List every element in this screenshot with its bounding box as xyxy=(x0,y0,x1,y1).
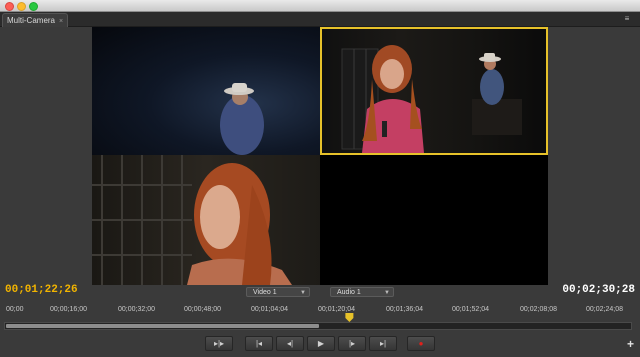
video-track-dropdown[interactable]: Video 1 ▼ xyxy=(246,287,310,297)
ruler-tick-label: 00;00 xyxy=(6,306,24,313)
zoom-scroll-handle[interactable] xyxy=(6,324,319,328)
woman-presenter-figure xyxy=(341,45,522,153)
video-track-label: Video 1 xyxy=(253,289,277,296)
tab-close-icon[interactable]: × xyxy=(59,18,63,25)
go-to-out-button[interactable]: ▸| xyxy=(369,336,397,351)
ruler-tick-label: 00;02;24;08 xyxy=(586,306,623,313)
duration-timecode: 00;02;30;28 xyxy=(562,284,635,296)
play-button[interactable]: ▶ xyxy=(307,336,335,351)
camera-1-view[interactable] xyxy=(92,27,320,155)
ruler-tick-label: 00;01;04;04 xyxy=(251,306,288,313)
go-to-in-button[interactable]: |◂ xyxy=(245,336,273,351)
woman-closeup-figure xyxy=(92,155,292,285)
ruler-tick-label: 00;01;20;04 xyxy=(318,306,355,313)
add-button[interactable]: + xyxy=(627,338,634,350)
audio-track-dropdown[interactable]: Audio 1 ▼ xyxy=(330,287,394,297)
ruler-tick-label: 00;01;52;04 xyxy=(452,306,489,313)
step-in-out-button[interactable]: ▸|▸ xyxy=(205,336,233,351)
man-in-hat-figure xyxy=(220,83,264,155)
chevron-down-icon: ▼ xyxy=(384,290,390,296)
ruler-tick-label: 00;01;36;04 xyxy=(386,306,423,313)
close-window-button[interactable] xyxy=(5,2,14,11)
chevron-down-icon: ▼ xyxy=(300,290,306,296)
camera-3-view[interactable] xyxy=(92,155,320,285)
timeline-zoom-scrollbar[interactable] xyxy=(4,322,632,330)
ruler-tick-label: 00;00;16;00 xyxy=(50,306,87,313)
camera-2-view-active[interactable] xyxy=(320,27,548,155)
ruler-tick-label: 00;00;32;00 xyxy=(118,306,155,313)
multi-camera-viewer xyxy=(92,27,548,285)
step-back-button[interactable]: ◂| xyxy=(276,336,304,351)
camera-4-view[interactable] xyxy=(320,155,548,285)
audio-track-label: Audio 1 xyxy=(337,289,361,296)
zoom-window-button[interactable] xyxy=(29,2,38,11)
ruler-tick-label: 00;02;08;08 xyxy=(520,306,557,313)
record-button[interactable]: ● xyxy=(407,336,435,351)
panel-menu-icon[interactable]: ≡ xyxy=(620,14,634,23)
playhead-marker[interactable] xyxy=(345,313,354,322)
current-timecode[interactable]: 00;01;22;26 xyxy=(5,284,78,296)
step-forward-button[interactable]: |▸ xyxy=(338,336,366,351)
window-titlebar xyxy=(0,0,640,12)
minimize-window-button[interactable] xyxy=(17,2,26,11)
tab-multi-camera[interactable]: Multi-Camera × xyxy=(2,13,69,27)
panel-tab-bar: Multi-Camera × xyxy=(0,12,640,27)
ruler-tick-label: 00;00;48;00 xyxy=(184,306,221,313)
tab-label: Multi-Camera xyxy=(7,16,56,25)
